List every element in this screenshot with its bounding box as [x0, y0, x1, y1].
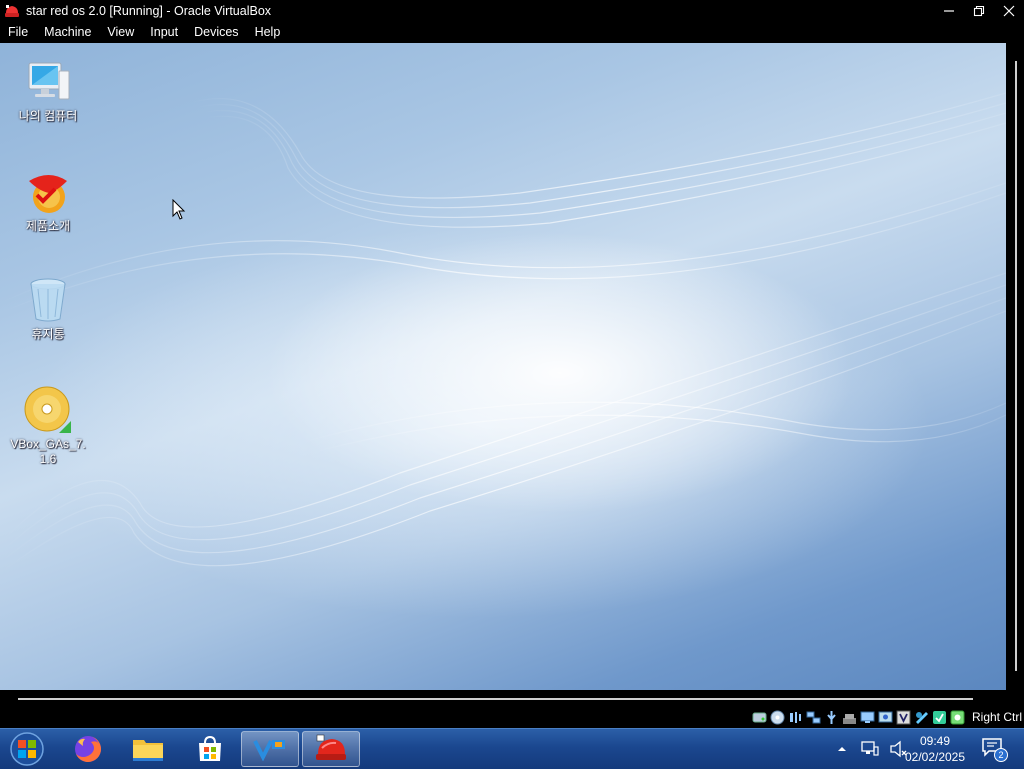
taskbar-file-explorer[interactable] — [120, 731, 176, 767]
cpu-icon[interactable] — [914, 710, 929, 725]
action-center-button[interactable]: 2 — [980, 735, 1008, 763]
clock-time: 09:49 — [919, 734, 951, 748]
guest-desktop[interactable]: 나의 컴퓨터 제품소개 휴지통 VBox_GAs_7.1.6 — [0, 43, 1006, 690]
virtualbox-app-icon — [5, 5, 19, 17]
close-button[interactable] — [994, 0, 1024, 22]
taskbar-clock[interactable]: 09:49 02/02/2025 — [900, 731, 970, 767]
recycle-bin-icon — [30, 278, 66, 322]
mouse-integration-icon[interactable] — [932, 710, 947, 725]
menu-help[interactable]: Help — [247, 22, 289, 43]
horizontal-scrollbar[interactable] — [0, 690, 1024, 706]
desktop-icon-vbox-gas[interactable]: VBox_GAs_7.1.6 — [8, 385, 88, 467]
start-orb-icon — [10, 732, 44, 766]
desktop-icon-recycle-bin[interactable]: 휴지통 — [8, 275, 88, 342]
restore-icon — [973, 5, 985, 17]
display-icon[interactable] — [860, 710, 875, 725]
guest-additions-icon[interactable] — [950, 710, 965, 725]
store-icon — [199, 735, 221, 761]
cd-icon — [24, 386, 71, 433]
desktop-icon-label: 휴지통 — [31, 327, 65, 341]
menu-view[interactable]: View — [99, 22, 142, 43]
menu-input[interactable]: Input — [142, 22, 186, 43]
video-capture-icon[interactable] — [896, 710, 911, 725]
shared-folders-icon[interactable] — [842, 710, 857, 725]
start-button[interactable] — [4, 730, 50, 768]
restore-button[interactable] — [964, 0, 994, 22]
recording-icon[interactable] — [878, 710, 893, 725]
file-explorer-icon — [133, 740, 163, 761]
menu-machine[interactable]: Machine — [36, 22, 99, 43]
network-status-icon[interactable] — [860, 739, 880, 759]
clock-date: 02/02/2025 — [904, 750, 966, 764]
mouse-cursor-icon — [172, 199, 186, 220]
show-hidden-icons-icon[interactable] — [836, 743, 848, 755]
close-icon — [1003, 5, 1015, 17]
taskbar-star-red-os[interactable] — [302, 731, 360, 767]
taskbar-virtualbox[interactable] — [241, 731, 299, 767]
notification-count-badge: 2 — [994, 748, 1008, 762]
menu-devices[interactable]: Devices — [186, 22, 246, 43]
desktop-icon-product-intro[interactable]: 제품소개 — [8, 167, 88, 234]
guest-taskbar: 09:49 02/02/2025 2 — [0, 728, 1024, 769]
product-icon — [29, 175, 67, 213]
firefox-icon — [75, 736, 101, 762]
computer-icon — [28, 62, 70, 100]
wallpaper-waves — [0, 92, 1006, 574]
hard-disk-icon[interactable] — [752, 710, 767, 725]
taskbar-firefox[interactable] — [60, 731, 116, 767]
star-red-os-icon — [316, 734, 346, 760]
minimize-button[interactable] — [934, 0, 964, 22]
window-title: star red os 2.0 [Running] - Oracle Virtu… — [26, 4, 272, 18]
virtualbox-icon — [253, 740, 285, 761]
minimize-icon — [944, 10, 954, 12]
usb-icon[interactable] — [824, 710, 839, 725]
desktop-icon-label: 나의 컴퓨터 — [18, 109, 78, 123]
system-tray — [836, 729, 908, 769]
vertical-scrollbar[interactable] — [1006, 43, 1024, 690]
desktop-icon-label: VBox_GAs_7.1.6 — [10, 437, 86, 466]
vbox-status-bar: Right Ctrl — [0, 706, 1024, 728]
taskbar-store[interactable] — [182, 731, 238, 767]
audio-icon[interactable] — [788, 710, 803, 725]
window-title-bar[interactable]: star red os 2.0 [Running] - Oracle Virtu… — [0, 0, 1024, 22]
menu-file[interactable]: File — [0, 22, 36, 43]
menu-bar: File Machine View Input Devices Help — [0, 22, 1024, 43]
optical-drive-icon[interactable] — [770, 710, 785, 725]
network-icon[interactable] — [806, 710, 821, 725]
desktop-icon-my-computer[interactable]: 나의 컴퓨터 — [8, 57, 88, 124]
host-key-label: Right Ctrl — [971, 710, 1022, 724]
desktop-icon-label: 제품소개 — [25, 219, 71, 233]
